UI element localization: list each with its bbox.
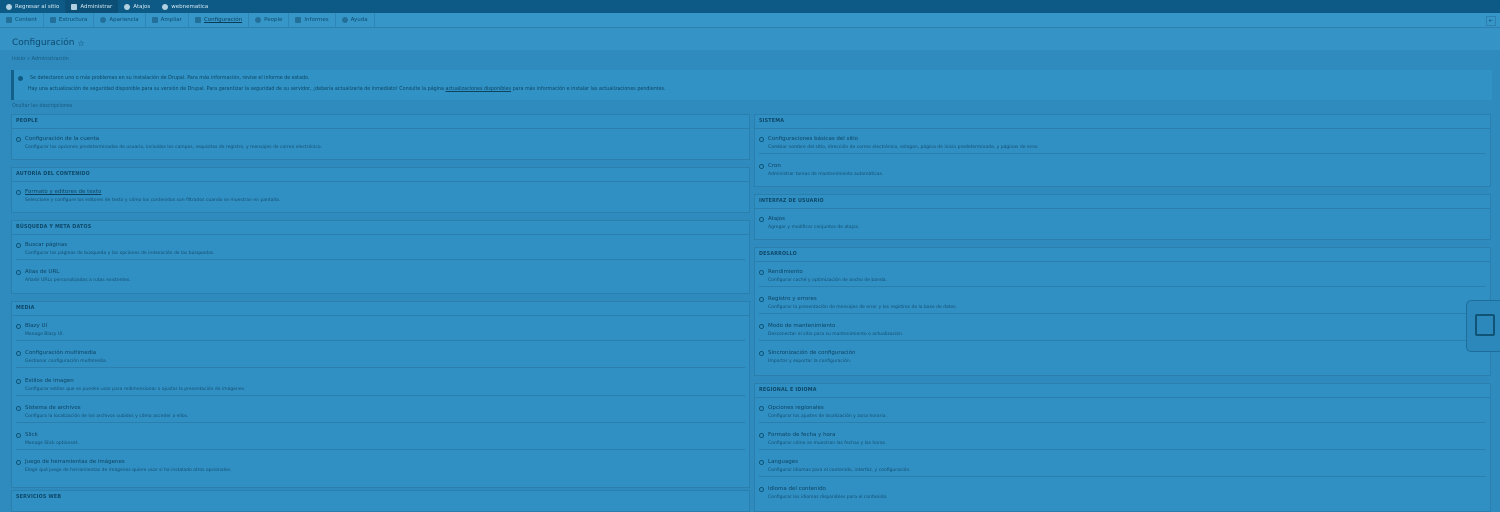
people-icon bbox=[255, 17, 262, 23]
page-title: Configuración ☆ bbox=[12, 38, 85, 48]
tray-item-reports[interactable]: Informes bbox=[289, 13, 336, 27]
admin-toolbar: Regresar al sitio Administrar Atajos web… bbox=[0, 0, 1500, 13]
tray-item-content[interactable]: Content bbox=[0, 13, 44, 27]
available-updates-link[interactable]: actualizaciones disponibles bbox=[446, 87, 512, 92]
content-icon bbox=[6, 17, 12, 23]
panel-development: DESARROLLO Rendimiento Configurar caché y… bbox=[754, 247, 1491, 376]
tray-item-structure[interactable]: Estructura bbox=[44, 13, 95, 27]
tray-item-extend[interactable]: Ampliar bbox=[146, 13, 189, 27]
feedback-widget-button[interactable] bbox=[1466, 300, 1500, 352]
breadcrumb[interactable]: Inicio » Administración bbox=[12, 56, 69, 62]
favorite-star-icon[interactable]: ☆ bbox=[77, 39, 84, 48]
menu-icon bbox=[71, 3, 78, 10]
panel-user-interface: INTERFAZ DE USUARIO Atajos Agregar y modi… bbox=[754, 194, 1491, 240]
panel-web-services: SERVICIOS WEB bbox=[11, 490, 750, 512]
panel-media: MEDIA Blazy UI Manage Blazy UI. Configura… bbox=[11, 301, 750, 488]
status-alert: Se detectaron uno o más problemas en su … bbox=[11, 70, 1492, 100]
collapse-tray-button[interactable]: ⇤ bbox=[1486, 16, 1496, 26]
panel-search-metadata: BÚSQUEDA Y META DATOS Buscar páginas Conf… bbox=[11, 220, 750, 294]
admin-tray: Content Estructura Apariencia Ampliar Co… bbox=[0, 13, 1500, 28]
structure-icon bbox=[49, 17, 56, 23]
tray-item-configuration[interactable]: Configuración bbox=[189, 13, 250, 27]
paint-icon bbox=[100, 17, 107, 23]
shortcuts-tab[interactable]: Atajos bbox=[118, 0, 156, 13]
manage-tab[interactable]: Administrar bbox=[65, 0, 119, 13]
help-icon bbox=[341, 17, 348, 23]
user-icon bbox=[162, 3, 169, 10]
panel-regional-language: REGIONAL E IDIOMA Opciones regionales Con… bbox=[754, 383, 1491, 512]
hide-descriptions-link[interactable]: Ocultar las descripciones bbox=[12, 104, 72, 109]
user-tab[interactable]: webnematica bbox=[156, 0, 214, 13]
warning-icon bbox=[18, 76, 23, 81]
page-header bbox=[0, 28, 1500, 50]
alert-line-2: Hay una actualización de seguridad dispo… bbox=[28, 87, 666, 92]
bar-chart-icon bbox=[295, 17, 302, 23]
feedback-icon bbox=[1475, 314, 1495, 336]
tray-item-people[interactable]: People bbox=[249, 13, 290, 27]
panel-content-authoring: AUTORÍA DEL CONTENIDO Formato y editores… bbox=[11, 167, 750, 213]
tray-item-help[interactable]: Ayuda bbox=[336, 13, 375, 27]
back-to-site-link[interactable]: Regresar al sitio bbox=[0, 0, 65, 13]
puzzle-icon bbox=[151, 17, 158, 23]
wrench-icon bbox=[194, 17, 201, 23]
star-icon bbox=[124, 3, 131, 10]
alert-line-1: Se detectaron uno o más problemas en su … bbox=[30, 76, 310, 81]
panel-system: SISTEMA Configuraciones básicas del siti… bbox=[754, 114, 1491, 187]
tray-item-appearance[interactable]: Apariencia bbox=[94, 13, 146, 27]
panel-people: PEOPLE Configuración de la cuenta Configu… bbox=[11, 114, 750, 160]
back-arrow-icon bbox=[6, 3, 12, 10]
